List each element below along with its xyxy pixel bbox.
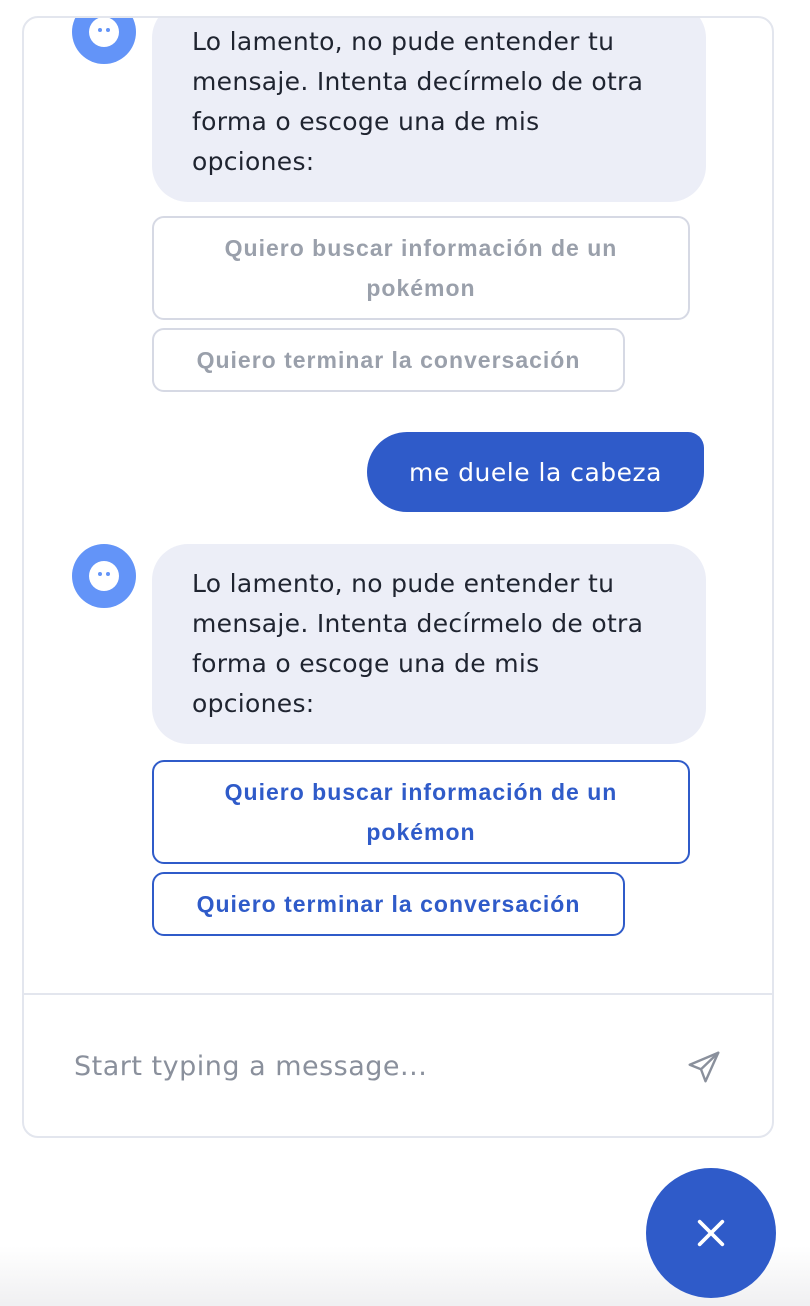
- option-label: Quiero terminar la conversación: [196, 347, 581, 373]
- message-list[interactable]: Lo lamento, no pude entender tu mensaje.…: [24, 18, 772, 993]
- chat-window: Lo lamento, no pude entender tu mensaje.…: [22, 16, 774, 1138]
- option-label: Quiero buscar información de un pokémon: [224, 779, 618, 845]
- option-end-conversation-button[interactable]: Quiero terminar la conversación: [152, 872, 625, 936]
- bot-message-text: Lo lamento, no pude entender tu mensaje.…: [192, 569, 644, 718]
- option-end-conversation-button: Quiero terminar la conversación: [152, 328, 625, 392]
- option-search-pokemon-button[interactable]: Quiero buscar información de un pokémon: [152, 760, 690, 864]
- bot-message-bubble: Lo lamento, no pude entender tu mensaje.…: [152, 18, 706, 202]
- option-search-pokemon-button: Quiero buscar información de un pokémon: [152, 216, 690, 320]
- bot-message-bubble: Lo lamento, no pude entender tu mensaje.…: [152, 544, 706, 744]
- robot-face-icon: [89, 18, 119, 47]
- close-chat-button[interactable]: [646, 1168, 776, 1298]
- message-composer: [24, 993, 772, 1136]
- option-label: Quiero terminar la conversación: [196, 891, 581, 917]
- bot-message-text: Lo lamento, no pude entender tu mensaje.…: [192, 27, 644, 176]
- user-message-text: me duele la cabeza: [408, 457, 662, 487]
- send-button[interactable]: [682, 1045, 726, 1089]
- bot-avatar: [72, 18, 136, 64]
- bot-avatar: [72, 544, 136, 608]
- option-label: Quiero buscar información de un pokémon: [224, 235, 618, 301]
- user-message-bubble: me duele la cabeza: [366, 432, 704, 512]
- close-icon: [697, 1219, 725, 1247]
- paper-plane-icon: [688, 1051, 720, 1083]
- robot-face-icon: [89, 561, 119, 591]
- message-input[interactable]: [72, 1035, 636, 1097]
